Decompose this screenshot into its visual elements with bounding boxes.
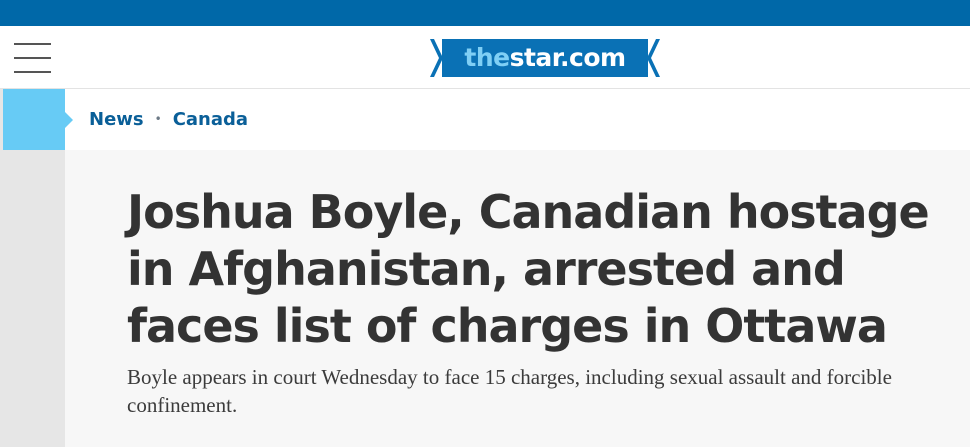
breadcrumb-item-canada[interactable]: Canada (173, 109, 248, 130)
site-logo[interactable]: thestar.com (430, 39, 660, 77)
section-tab (3, 89, 65, 150)
breadcrumb: News • Canada (89, 107, 248, 133)
article-headline: Joshua Boyle, Canadian hostage in Afghan… (127, 185, 930, 353)
breadcrumb-item-news[interactable]: News (89, 109, 144, 130)
top-brand-strip (0, 0, 970, 26)
logo-text-prefix: the (464, 43, 510, 72)
hamburger-menu-button[interactable] (14, 42, 52, 74)
masthead: thestar.com (0, 26, 970, 89)
logo-text: thestar.com (442, 39, 648, 77)
logo-right-chevron-icon (647, 39, 660, 77)
page: thestar.com News • Canada Joshua Boyle, Ca… (0, 0, 970, 447)
breadcrumb-separator: • (154, 112, 162, 126)
section-tab-pointer-icon (65, 112, 73, 128)
article-subhead: Boyle appears in court Wednesday to face… (127, 365, 892, 417)
logo-text-suffix: star.com (509, 43, 627, 72)
